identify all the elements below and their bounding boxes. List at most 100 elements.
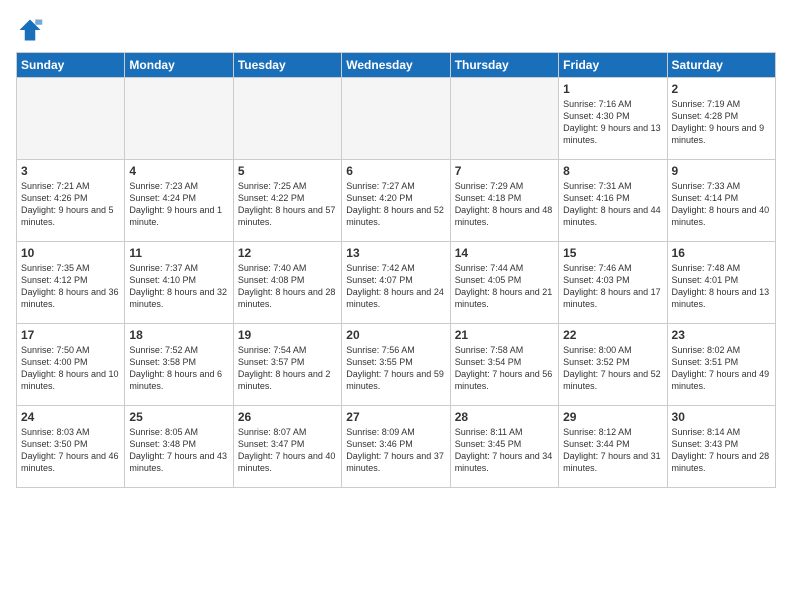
day-info: Sunrise: 7:54 AMSunset: 3:57 PMDaylight:… — [238, 344, 337, 393]
calendar-cell: 13 Sunrise: 7:42 AMSunset: 4:07 PMDayligh… — [342, 242, 450, 324]
page-header — [16, 16, 776, 44]
calendar-cell: 10Sunrise: 7:35 AMSunset: 4:12 PMDayligh… — [17, 242, 125, 324]
day-number: 22 — [563, 328, 662, 342]
day-info: Sunrise: 7:19 AMSunset: 4:28 PMDaylight:… — [672, 98, 771, 147]
calendar-cell: 6 Sunrise: 7:27 AMSunset: 4:20 PMDaylight… — [342, 160, 450, 242]
calendar-cell: 29 Sunrise: 8:12 AMSunset: 3:44 PMDayligh… — [559, 406, 667, 488]
weekday-header-tuesday: Tuesday — [233, 53, 341, 78]
calendar-table: SundayMondayTuesdayWednesdayThursdayFrid… — [16, 52, 776, 488]
day-info: Sunrise: 7:37 AMSunset: 4:10 PMDaylight:… — [129, 262, 228, 311]
day-number: 11 — [129, 246, 228, 260]
day-number: 14 — [455, 246, 554, 260]
calendar-cell: 15 Sunrise: 7:46 AMSunset: 4:03 PMDayligh… — [559, 242, 667, 324]
day-number: 16 — [672, 246, 771, 260]
day-number: 28 — [455, 410, 554, 424]
day-info: Sunrise: 7:35 AMSunset: 4:12 PMDaylight:… — [21, 262, 120, 311]
day-number: 8 — [563, 164, 662, 178]
day-number: 15 — [563, 246, 662, 260]
logo-icon — [16, 16, 44, 44]
calendar-cell — [17, 78, 125, 160]
calendar-cell: 11 Sunrise: 7:37 AMSunset: 4:10 PMDayligh… — [125, 242, 233, 324]
day-number: 4 — [129, 164, 228, 178]
weekday-header-monday: Monday — [125, 53, 233, 78]
day-number: 9 — [672, 164, 771, 178]
calendar-cell: 16 Sunrise: 7:48 AMSunset: 4:01 PMDayligh… — [667, 242, 775, 324]
calendar-week-2: 3Sunrise: 7:21 AMSunset: 4:26 PMDaylight… — [17, 160, 776, 242]
calendar-cell: 19 Sunrise: 7:54 AMSunset: 3:57 PMDayligh… — [233, 324, 341, 406]
calendar-cell — [450, 78, 558, 160]
calendar-cell: 23Sunrise: 8:02 AMSunset: 3:51 PMDayligh… — [667, 324, 775, 406]
calendar-cell: 24 Sunrise: 8:03 AMSunset: 3:50 PMDayligh… — [17, 406, 125, 488]
calendar-cell: 12 Sunrise: 7:40 AMSunset: 4:08 PMDayligh… — [233, 242, 341, 324]
calendar-cell: 8Sunrise: 7:31 AMSunset: 4:16 PMDaylight… — [559, 160, 667, 242]
day-number: 17 — [21, 328, 120, 342]
day-number: 12 — [238, 246, 337, 260]
calendar-cell: 1Sunrise: 7:16 AMSunset: 4:30 PMDaylight… — [559, 78, 667, 160]
day-number: 6 — [346, 164, 445, 178]
day-info: Sunrise: 7:48 AMSunset: 4:01 PMDaylight:… — [672, 262, 771, 311]
calendar-cell: 5 Sunrise: 7:25 AMSunset: 4:22 PMDaylight… — [233, 160, 341, 242]
day-number: 29 — [563, 410, 662, 424]
day-info: Sunrise: 8:12 AMSunset: 3:44 PMDaylight:… — [563, 426, 662, 475]
calendar-week-4: 17Sunrise: 7:50 AMSunset: 4:00 PMDayligh… — [17, 324, 776, 406]
day-number: 26 — [238, 410, 337, 424]
day-info: Sunrise: 7:56 AMSunset: 3:55 PMDaylight:… — [346, 344, 445, 393]
day-info: Sunrise: 7:33 AMSunset: 4:14 PMDaylight:… — [672, 180, 771, 229]
logo — [16, 16, 48, 44]
calendar-cell: 7 Sunrise: 7:29 AMSunset: 4:18 PMDaylight… — [450, 160, 558, 242]
calendar-week-3: 10Sunrise: 7:35 AMSunset: 4:12 PMDayligh… — [17, 242, 776, 324]
calendar-cell: 26 Sunrise: 8:07 AMSunset: 3:47 PMDayligh… — [233, 406, 341, 488]
calendar-week-1: 1Sunrise: 7:16 AMSunset: 4:30 PMDaylight… — [17, 78, 776, 160]
calendar-cell: 2 Sunrise: 7:19 AMSunset: 4:28 PMDaylight… — [667, 78, 775, 160]
weekday-header-thursday: Thursday — [450, 53, 558, 78]
calendar-header-row: SundayMondayTuesdayWednesdayThursdayFrid… — [17, 53, 776, 78]
calendar-cell — [233, 78, 341, 160]
day-number: 30 — [672, 410, 771, 424]
weekday-header-saturday: Saturday — [667, 53, 775, 78]
day-info: Sunrise: 8:03 AMSunset: 3:50 PMDaylight:… — [21, 426, 120, 475]
day-number: 7 — [455, 164, 554, 178]
day-info: Sunrise: 8:14 AMSunset: 3:43 PMDaylight:… — [672, 426, 771, 475]
day-info: Sunrise: 7:52 AMSunset: 3:58 PMDaylight:… — [129, 344, 228, 393]
day-number: 19 — [238, 328, 337, 342]
calendar-cell: 22Sunrise: 8:00 AMSunset: 3:52 PMDayligh… — [559, 324, 667, 406]
calendar-cell: 20 Sunrise: 7:56 AMSunset: 3:55 PMDayligh… — [342, 324, 450, 406]
day-number: 1 — [563, 82, 662, 96]
calendar-cell: 14 Sunrise: 7:44 AMSunset: 4:05 PMDayligh… — [450, 242, 558, 324]
day-number: 18 — [129, 328, 228, 342]
day-info: Sunrise: 7:46 AMSunset: 4:03 PMDaylight:… — [563, 262, 662, 311]
calendar-cell: 28 Sunrise: 8:11 AMSunset: 3:45 PMDayligh… — [450, 406, 558, 488]
calendar-cell: 3Sunrise: 7:21 AMSunset: 4:26 PMDaylight… — [17, 160, 125, 242]
day-info: Sunrise: 7:58 AMSunset: 3:54 PMDaylight:… — [455, 344, 554, 393]
day-info: Sunrise: 8:07 AMSunset: 3:47 PMDaylight:… — [238, 426, 337, 475]
day-info: Sunrise: 7:44 AMSunset: 4:05 PMDaylight:… — [455, 262, 554, 311]
day-info: Sunrise: 8:05 AMSunset: 3:48 PMDaylight:… — [129, 426, 228, 475]
weekday-header-friday: Friday — [559, 53, 667, 78]
day-number: 5 — [238, 164, 337, 178]
calendar-cell: 17Sunrise: 7:50 AMSunset: 4:00 PMDayligh… — [17, 324, 125, 406]
day-info: Sunrise: 8:09 AMSunset: 3:46 PMDaylight:… — [346, 426, 445, 475]
calendar-cell: 4 Sunrise: 7:23 AMSunset: 4:24 PMDaylight… — [125, 160, 233, 242]
day-info: Sunrise: 8:11 AMSunset: 3:45 PMDaylight:… — [455, 426, 554, 475]
calendar-cell: 25 Sunrise: 8:05 AMSunset: 3:48 PMDayligh… — [125, 406, 233, 488]
calendar-cell — [125, 78, 233, 160]
day-number: 24 — [21, 410, 120, 424]
day-number: 23 — [672, 328, 771, 342]
calendar-cell: 30 Sunrise: 8:14 AMSunset: 3:43 PMDayligh… — [667, 406, 775, 488]
day-number: 20 — [346, 328, 445, 342]
day-info: Sunrise: 7:29 AMSunset: 4:18 PMDaylight:… — [455, 180, 554, 229]
day-info: Sunrise: 7:23 AMSunset: 4:24 PMDaylight:… — [129, 180, 228, 229]
day-number: 21 — [455, 328, 554, 342]
day-number: 25 — [129, 410, 228, 424]
day-info: Sunrise: 7:27 AMSunset: 4:20 PMDaylight:… — [346, 180, 445, 229]
calendar-cell: 21 Sunrise: 7:58 AMSunset: 3:54 PMDayligh… — [450, 324, 558, 406]
calendar-cell: 9 Sunrise: 7:33 AMSunset: 4:14 PMDaylight… — [667, 160, 775, 242]
day-info: Sunrise: 7:25 AMSunset: 4:22 PMDaylight:… — [238, 180, 337, 229]
day-number: 2 — [672, 82, 771, 96]
day-number: 13 — [346, 246, 445, 260]
day-info: Sunrise: 7:40 AMSunset: 4:08 PMDaylight:… — [238, 262, 337, 311]
calendar-cell — [342, 78, 450, 160]
weekday-header-wednesday: Wednesday — [342, 53, 450, 78]
day-info: Sunrise: 7:42 AMSunset: 4:07 PMDaylight:… — [346, 262, 445, 311]
weekday-header-sunday: Sunday — [17, 53, 125, 78]
